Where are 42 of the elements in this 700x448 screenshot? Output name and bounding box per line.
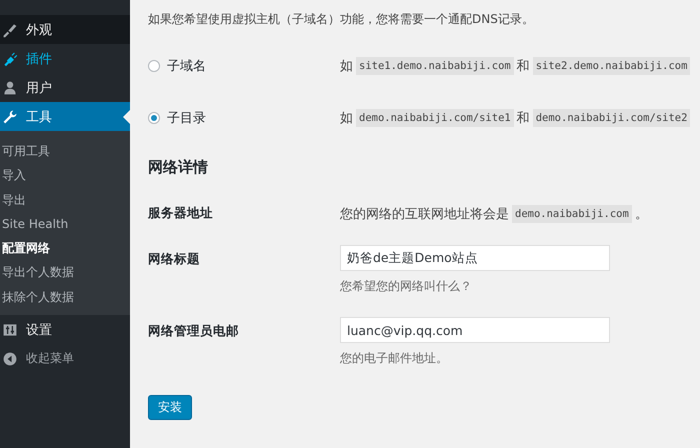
field-description: 您希望您的网络叫什么？	[340, 278, 472, 295]
field-label: 服务器地址	[148, 205, 214, 222]
menu-item[interactable]: 插件	[0, 44, 130, 73]
submenu-item[interactable]: 导入	[0, 163, 130, 188]
submenu-item[interactable]: 抹除个人数据	[0, 284, 130, 310]
intro-text: 如果您希望使用虚拟主机（子域名）功能，您将需要一个通配DNS记录。	[148, 11, 535, 28]
server-address: demo.naibabiji.com	[512, 205, 632, 223]
field-description: 您的电子邮件地址。	[340, 350, 448, 367]
example-joiner: 和	[516, 58, 530, 75]
example-address: site2.demo.naibabiji.com	[532, 57, 690, 75]
collapse-menu-button[interactable]: 收起菜单	[0, 344, 130, 374]
input-field[interactable]: luanc@vip.qq.com	[340, 317, 610, 343]
example-address: demo.naibabiji.com/site2	[532, 109, 690, 127]
example-address: demo.naibabiji.com/site1	[356, 109, 514, 127]
submenu-item[interactable]: 配置网络	[0, 236, 130, 260]
wrench-icon	[2, 108, 18, 124]
submenu-item[interactable]: 导出个人数据	[0, 260, 130, 285]
field-label: 网络管理员电邮	[148, 322, 240, 340]
submenu-item[interactable]: Site Health	[0, 212, 130, 236]
radio-option[interactable]: 子目录	[148, 109, 340, 127]
user-icon	[2, 80, 18, 96]
field-label: 网络标题	[148, 250, 201, 268]
example-prefix: 如	[340, 110, 353, 127]
input-field[interactable]: 奶爸de主题Demo站点	[340, 245, 610, 271]
period-text: 。	[634, 206, 648, 223]
menu-item[interactable]: 工具	[0, 102, 130, 131]
example-prefix: 如	[340, 58, 353, 75]
section-heading: 网络详情	[148, 158, 209, 177]
install-button[interactable]: 安装	[148, 395, 192, 420]
radio-option[interactable]: 子域名	[148, 57, 340, 75]
radio-button[interactable]	[148, 112, 160, 124]
submenu-item[interactable]: 可用工具	[0, 139, 130, 164]
example-joiner: 和	[516, 110, 530, 127]
menu-item[interactable]: 设置	[0, 315, 130, 344]
example-address: site1.demo.naibabiji.com	[356, 57, 514, 75]
menu-item[interactable]: 用户	[0, 73, 130, 102]
plug-icon	[2, 50, 18, 66]
menu-item[interactable]: 外观	[0, 15, 130, 44]
server-address-text: 您的网络的互联网地址将会是	[340, 206, 509, 223]
brush-icon	[2, 22, 18, 38]
submenu-item[interactable]: 导出	[0, 188, 130, 212]
radio-button[interactable]	[148, 60, 160, 72]
